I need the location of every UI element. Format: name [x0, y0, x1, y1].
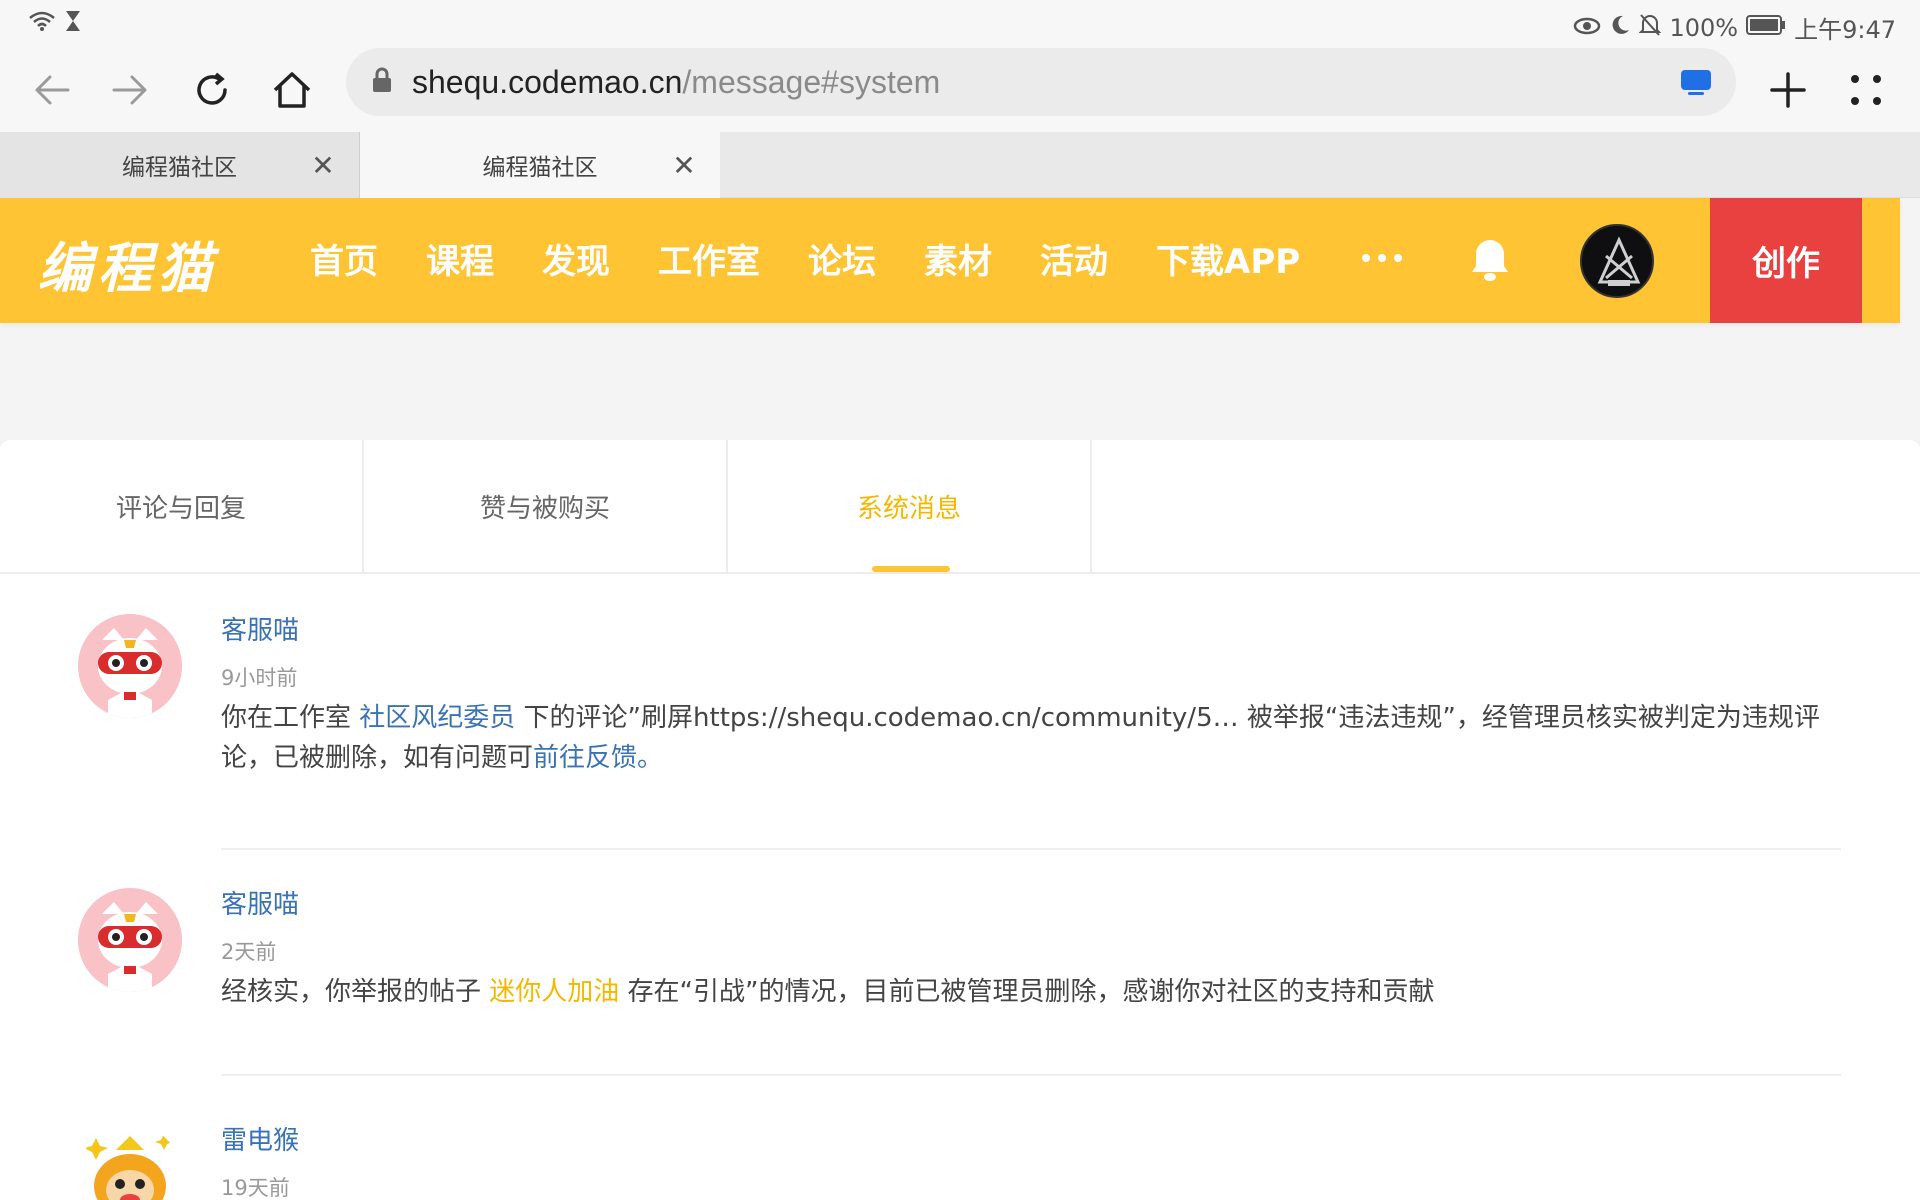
clock: 上午9:47 — [1794, 16, 1896, 44]
browser-tab-1[interactable]: 编程猫社区 ✕ — [0, 132, 360, 198]
home-icon — [273, 72, 311, 108]
nav-download-app[interactable]: 下载APP — [1156, 234, 1300, 283]
tab-likes-purchases[interactable]: 赞与被购买 — [364, 440, 728, 572]
eye-icon — [1573, 14, 1601, 42]
moon-icon — [1609, 14, 1631, 42]
message-time: 9小时前 — [221, 666, 298, 690]
tab-comments-replies[interactable]: 评论与回复 — [0, 440, 364, 572]
status-bar: 100% 上午9:47 — [0, 0, 1920, 48]
arrow-left-icon — [35, 75, 70, 105]
active-tab-indicator — [872, 566, 950, 572]
post-link[interactable]: 迷你人加油 — [489, 977, 619, 1007]
create-button[interactable]: 创作 — [1710, 198, 1862, 323]
site-header: 编程猫 首页 课程 发现 工作室 论坛 素材 活动 下载APP 创作 — [0, 198, 1900, 323]
wifi-icon — [28, 10, 56, 36]
bell-icon[interactable] — [1468, 236, 1512, 288]
browser-tab-2[interactable]: 编程猫社区 ✕ — [360, 132, 720, 198]
sender-name[interactable]: 雷电猴 — [221, 1120, 299, 1157]
browser-toolbar: shequ.codemao.cn/message#system — [0, 48, 1920, 132]
sender-name[interactable]: 客服喵 — [221, 610, 299, 647]
main-nav: 首页 课程 发现 工作室 论坛 素材 活动 下载APP — [310, 234, 1348, 283]
message-text: 经核实，你举报的帖子 迷你人加油 存在“引战”的情况，目前已被管理员删除，感谢你… — [221, 977, 1435, 1007]
more-icon[interactable] — [1362, 254, 1402, 262]
hourglass-icon — [64, 10, 82, 36]
message-text: 你在工作室 社区风纪委员 下的评论”刷屏https://shequ.codema… — [221, 703, 1820, 773]
message-time: 19天前 — [221, 1176, 290, 1200]
menu-button[interactable] — [1836, 60, 1896, 120]
avatar[interactable] — [78, 888, 182, 992]
tab-system-messages[interactable]: 系统消息 — [728, 440, 1092, 572]
nav-courses[interactable]: 课程 — [426, 234, 494, 283]
message-time: 2天前 — [221, 940, 277, 964]
close-icon[interactable]: ✕ — [309, 149, 337, 182]
user-avatar[interactable] — [1580, 224, 1654, 298]
forward-button[interactable] — [100, 60, 160, 120]
divider — [221, 1074, 1841, 1076]
screen-cast-icon[interactable] — [1680, 68, 1712, 100]
battery-percent: 100% — [1669, 13, 1739, 42]
lock-icon — [372, 67, 392, 97]
tab-strip: 编程猫社区 ✕ 编程猫社区 ✕ — [0, 132, 1920, 198]
new-tab-button[interactable] — [1758, 60, 1818, 120]
sender-name[interactable]: 客服喵 — [221, 884, 299, 921]
nav-events[interactable]: 活动 — [1040, 234, 1108, 283]
home-button[interactable] — [262, 60, 322, 120]
bell-off-icon — [1639, 13, 1662, 43]
url-text: shequ.codemao.cn/message#system — [412, 63, 941, 100]
avatar[interactable] — [78, 1124, 182, 1200]
divider — [221, 848, 1841, 850]
tab-title: 编程猫社区 — [482, 155, 598, 181]
nav-studio[interactable]: 工作室 — [658, 234, 760, 283]
reload-icon — [197, 72, 227, 105]
message-tabs: 评论与回复 赞与被购买 系统消息 — [0, 440, 1920, 574]
plus-icon — [1770, 72, 1806, 108]
nav-home[interactable]: 首页 — [310, 234, 378, 283]
nav-materials[interactable]: 素材 — [924, 234, 992, 283]
battery-icon — [1746, 14, 1786, 42]
close-icon[interactable]: ✕ — [670, 149, 698, 182]
nav-discover[interactable]: 发现 — [542, 234, 610, 283]
feedback-link[interactable]: 前往反馈 — [533, 743, 637, 773]
address-bar[interactable]: shequ.codemao.cn/message#system — [346, 48, 1736, 116]
tab-title: 编程猫社区 — [122, 155, 237, 181]
grid-dots-icon — [1851, 75, 1881, 105]
studio-link[interactable]: 社区风纪委员 — [359, 703, 515, 733]
avatar[interactable] — [78, 614, 182, 718]
message-card: 评论与回复 赞与被购买 系统消息 客服喵 9小时前 你在工作室 社区风纪委员 下… — [0, 440, 1920, 1200]
nav-forum[interactable]: 论坛 — [808, 234, 876, 283]
reload-button[interactable] — [182, 60, 242, 120]
arrow-right-icon — [112, 75, 147, 105]
back-button[interactable] — [22, 60, 82, 120]
site-logo[interactable]: 编程猫 — [38, 224, 218, 303]
